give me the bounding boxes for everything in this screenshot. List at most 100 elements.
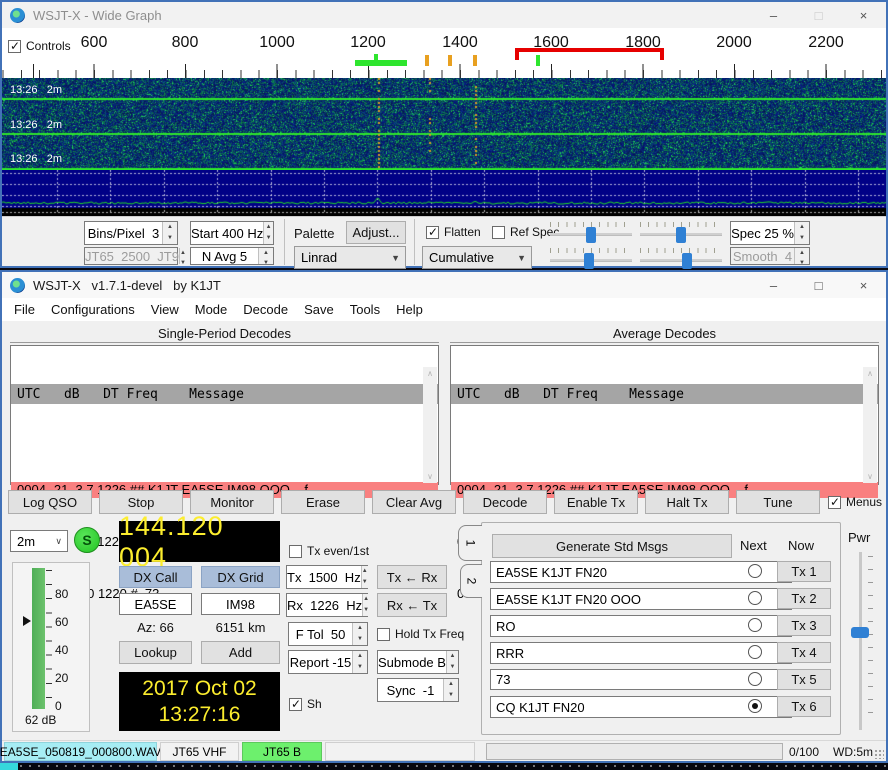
adjust-palette-button[interactable]: Adjust...: [346, 221, 406, 244]
time-text: 13:27:16: [159, 702, 241, 728]
separator: [414, 219, 415, 265]
palette-combo[interactable]: Linrad▼: [294, 246, 406, 269]
spec-zero-slider-handle[interactable]: [682, 253, 692, 269]
frequency-ruler[interactable]: Controls 600 800 1000 1200 1400 1600 180…: [2, 28, 886, 78]
menubar: File Configurations View Mode Decode Sav…: [2, 298, 886, 321]
f-tol-spinner[interactable]: F Tol 50▲▼: [288, 622, 368, 646]
dx-call-button[interactable]: DX Call: [119, 566, 192, 588]
close-button[interactable]: ×: [841, 2, 886, 28]
start-hz-spinner[interactable]: Start 400 Hz▲▼: [190, 221, 274, 245]
zero-slider-handle[interactable]: [676, 227, 686, 243]
tx1-now-button[interactable]: Tx 1: [777, 561, 831, 582]
status-blank-panel: [325, 742, 475, 761]
distance-label: 6151 km: [201, 620, 280, 635]
tx6-now-button[interactable]: Tx 6: [777, 696, 831, 717]
scrollbar[interactable]: ∧∨: [863, 367, 877, 483]
menu-decode[interactable]: Decode: [235, 302, 296, 317]
wsjtx-globe-icon: [10, 278, 25, 293]
dx-call-field[interactable]: EA5SE: [119, 593, 192, 615]
frequency-display[interactable]: 144.120 004: [119, 521, 280, 562]
tx4-next-radio[interactable]: [748, 645, 762, 659]
menu-mode[interactable]: Mode: [187, 302, 236, 317]
dx-grid-field[interactable]: IM98: [201, 593, 280, 615]
spinner-arrows[interactable]: ▲▼: [263, 222, 273, 244]
tx1-message-field[interactable]: EA5SE K1JT FN20: [490, 561, 792, 583]
tx5-message-combo[interactable]: 73∨: [490, 669, 792, 690]
spinner-arrows[interactable]: ▲▼: [162, 222, 177, 244]
generate-std-msgs-button[interactable]: Generate Std Msgs: [492, 534, 732, 558]
menu-file[interactable]: File: [6, 302, 43, 317]
menu-save[interactable]: Save: [296, 302, 342, 317]
tx5-next-radio[interactable]: [748, 672, 762, 686]
tx4-message-field[interactable]: RRR: [490, 642, 792, 664]
flatten-checkbox[interactable]: Flatten: [426, 225, 481, 239]
enable-tx-button[interactable]: Enable Tx: [554, 490, 638, 514]
menu-tools[interactable]: Tools: [342, 302, 388, 317]
pwr-label: Pwr: [848, 530, 870, 545]
n-avg-spinner[interactable]: N Avg 5▲▼: [190, 247, 274, 265]
signal-tick-orange: [473, 55, 477, 66]
menus-checkbox[interactable]: Menus: [828, 495, 882, 509]
tx6-next-radio[interactable]: [748, 699, 762, 713]
tx3-message-field[interactable]: RO: [490, 615, 792, 637]
log-qso-button[interactable]: Log QSO: [8, 490, 92, 514]
waterfall-timestamp: 13:26 2m: [10, 84, 62, 96]
tx-freq-spinner[interactable]: Tx 1500 Hz▲▼: [286, 565, 368, 589]
halt-tx-button[interactable]: Halt Tx: [645, 490, 729, 514]
ref-spec-checkbox[interactable]: Ref Spec: [492, 225, 559, 239]
tx6-message-field[interactable]: CQ K1JT FN20: [490, 696, 792, 718]
waterfall[interactable]: 13:26 2m 13:26 2m 13:26 2m: [2, 78, 886, 170]
clear-avg-button[interactable]: Clear Avg: [372, 490, 456, 514]
tune-button[interactable]: Tune: [736, 490, 820, 514]
sync-spinner[interactable]: Sync -1▲▼: [377, 678, 459, 702]
menu-view[interactable]: View: [143, 302, 187, 317]
decode-button[interactable]: Decode: [463, 490, 547, 514]
tab-1[interactable]: 1: [458, 525, 482, 561]
tx2-now-button[interactable]: Tx 2: [777, 588, 831, 609]
wide-graph-window: WSJT-X - Wide Graph – □ × Controls 600 8…: [0, 0, 888, 268]
rx-from-tx-button[interactable]: Rx ← Tx: [377, 593, 447, 617]
gain-slider-handle[interactable]: [586, 227, 596, 243]
tx4-now-button[interactable]: Tx 4: [777, 642, 831, 663]
maximize-button[interactable]: □: [796, 272, 841, 298]
bins-pixel-spinner[interactable]: Bins/Pixel 3▲▼: [84, 221, 178, 245]
submode-spinner[interactable]: Submode B▲▼: [377, 650, 459, 674]
group-underline: [450, 342, 879, 343]
resize-grip[interactable]: [874, 749, 884, 759]
tab-2[interactable]: 2: [460, 564, 482, 598]
display-mode-combo[interactable]: Cumulative▼: [422, 246, 532, 269]
rx-freq-spinner[interactable]: Rx 1226 Hz▲▼: [286, 593, 368, 617]
spec-percent-spinner[interactable]: Spec 25 %▲▼: [730, 221, 810, 245]
single-period-decodes-title: Single-Period Decodes: [10, 326, 439, 341]
tx3-now-button[interactable]: Tx 3: [777, 615, 831, 636]
tx-from-rx-button[interactable]: Tx ← Rx: [377, 565, 447, 589]
controls-checkbox[interactable]: Controls: [8, 39, 71, 53]
spec-zero-slider[interactable]: [640, 259, 722, 262]
tx2-next-radio[interactable]: [748, 591, 762, 605]
dx-grid-button[interactable]: DX Grid: [201, 566, 280, 588]
pwr-slider-handle[interactable]: [851, 627, 869, 638]
erase-button[interactable]: Erase: [281, 490, 365, 514]
report-spinner[interactable]: Report -15▲▼: [288, 650, 368, 674]
minimize-button[interactable]: –: [751, 272, 796, 298]
band-combo[interactable]: 2m∨: [10, 530, 68, 552]
tx3-next-radio[interactable]: [748, 618, 762, 632]
sh-checkbox[interactable]: Sh: [289, 697, 322, 711]
close-button[interactable]: ×: [841, 272, 886, 298]
add-button[interactable]: Add: [201, 641, 280, 664]
hold-tx-freq-checkbox[interactable]: Hold Tx Freq: [377, 627, 464, 641]
menu-help[interactable]: Help: [388, 302, 431, 317]
tx-even-checkbox[interactable]: Tx even/1st: [289, 544, 369, 558]
tx2-message-field[interactable]: EA5SE K1JT FN20 OOO: [490, 588, 792, 610]
tx5-now-button[interactable]: Tx 5: [777, 669, 831, 690]
minimize-button[interactable]: –: [751, 2, 796, 28]
spinner-arrows: ▲▼: [794, 248, 809, 264]
spinner-arrows[interactable]: ▲▼: [258, 248, 273, 264]
lookup-button[interactable]: Lookup: [119, 641, 192, 664]
scrollbar[interactable]: ∧∨: [423, 367, 437, 483]
menu-configurations[interactable]: Configurations: [43, 302, 143, 317]
spec-gain-slider-handle[interactable]: [584, 253, 594, 269]
tx1-next-radio[interactable]: [748, 564, 762, 578]
pwr-slider-track[interactable]: [859, 552, 862, 730]
spinner-arrows[interactable]: ▲▼: [794, 222, 809, 244]
